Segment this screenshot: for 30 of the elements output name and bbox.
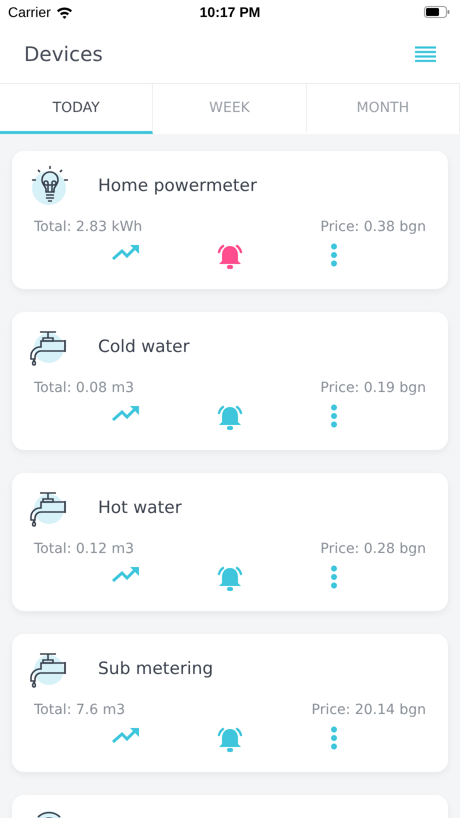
period-tab[interactable]: TODAY [0,84,154,134]
total-reading: Total: 2.83 kWh [34,219,142,235]
more-options-icon[interactable] [330,243,338,267]
bell-icon[interactable] [215,243,245,271]
more-options-icon[interactable] [330,565,338,589]
trend-chart-icon[interactable] [111,726,141,744]
menu-icon[interactable] [415,46,436,62]
price-reading: Price: 0.19 bgn [320,380,426,396]
total-reading: Total: 0.12 m3 [34,541,134,557]
page-title: Devices [24,42,103,66]
device-name: Hot water [98,498,182,518]
trend-chart-icon[interactable] [111,404,141,422]
bell-icon[interactable] [215,726,245,754]
more-options-icon[interactable] [330,726,338,750]
price-reading: Price: 20.14 bgn [312,702,426,718]
device-name: Cold water [98,337,190,357]
device-name: Sub metering [98,659,214,679]
clock-time: 10:17 PM [200,4,260,20]
trend-chart-icon[interactable] [111,243,141,261]
battery-icon [424,6,450,18]
price-reading: Price: 0.28 bgn [320,541,426,557]
price-reading: Price: 0.38 bgn [320,219,426,235]
bell-icon[interactable] [215,565,245,593]
total-reading: Total: 7.6 m3 [34,702,126,718]
more-options-icon[interactable] [330,404,338,428]
total-reading: Total: 0.08 m3 [34,380,134,396]
bell-icon[interactable] [215,404,245,432]
carrier-label: Carrier [8,4,51,20]
device-name: Home powermeter [98,176,257,196]
trend-chart-icon[interactable] [111,565,141,583]
